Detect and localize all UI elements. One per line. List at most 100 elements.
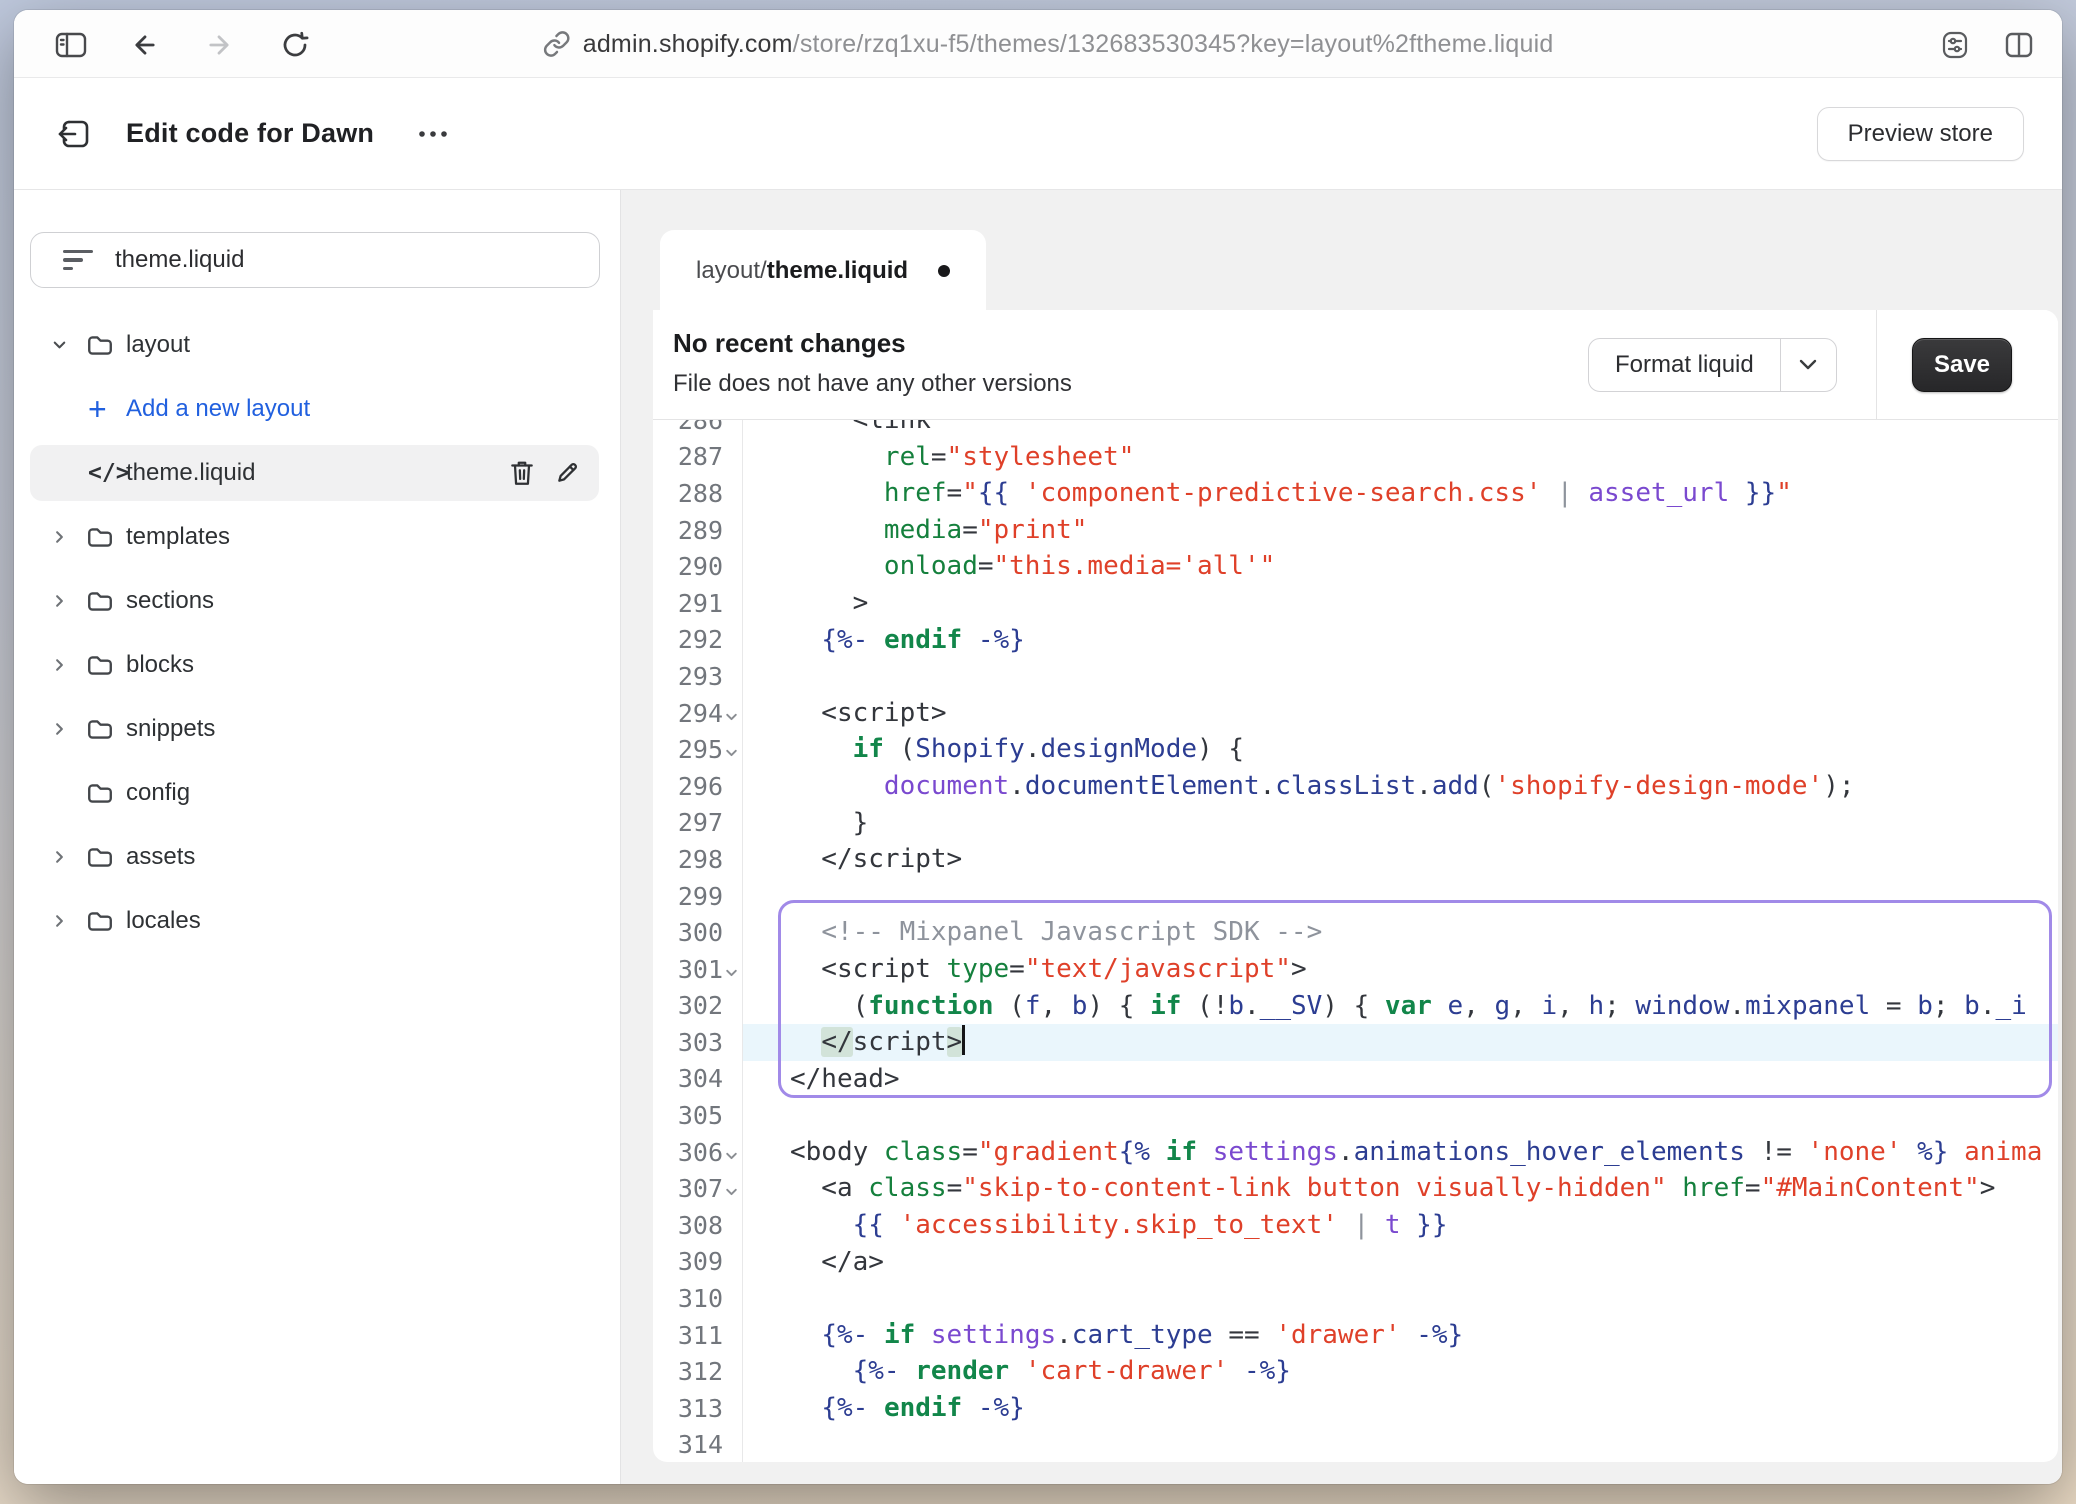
sidebar-item-templates[interactable]: templates xyxy=(14,505,621,569)
split-view-icon[interactable] xyxy=(2000,26,2038,64)
code-text[interactable]: > xyxy=(742,585,2058,622)
preview-store-button[interactable]: Preview store xyxy=(1817,107,2024,161)
code-line-288[interactable]: 288 href="{{ 'component-predictive-searc… xyxy=(653,475,2058,512)
code-text[interactable]: <script> xyxy=(742,695,2058,732)
code-line-304[interactable]: 304</head> xyxy=(653,1061,2058,1098)
code-line-309[interactable]: 309 </a> xyxy=(653,1244,2058,1281)
code-text[interactable]: </head> xyxy=(742,1061,2058,1098)
code-text[interactable]: <body class="gradient{% if settings.anim… xyxy=(742,1134,2058,1171)
file-search-input[interactable] xyxy=(115,246,495,274)
code-line-299[interactable]: 299 xyxy=(653,878,2058,915)
sidebar-item-add-a-new-layout[interactable]: +Add a new layout xyxy=(14,377,621,441)
code-text[interactable]: rel="stylesheet" xyxy=(742,439,2058,476)
sidebar-item-sections[interactable]: sections xyxy=(14,569,621,633)
chevron-right-icon[interactable] xyxy=(50,848,69,867)
code-line-290[interactable]: 290 onload="this.media='all'" xyxy=(653,548,2058,585)
sidebar-item-config[interactable]: config xyxy=(14,761,621,825)
gutter-cell: 305 xyxy=(653,1101,742,1130)
code-token: Shopify xyxy=(915,734,1025,764)
fold-chevron-icon[interactable] xyxy=(723,738,740,761)
code-text[interactable]: onload="this.media='all'" xyxy=(742,548,2058,585)
code-text[interactable]: <!-- Mixpanel Javascript SDK --> xyxy=(742,914,2058,951)
code-text[interactable]: document.documentElement.classList.add('… xyxy=(742,768,2058,805)
code-token: . xyxy=(1416,771,1432,801)
code-line-314[interactable]: 314 xyxy=(653,1427,2058,1462)
code-text[interactable]: href="{{ 'component-predictive-search.cs… xyxy=(742,475,2058,512)
format-liquid-button[interactable]: Format liquid xyxy=(1588,338,1837,392)
code-line-303[interactable]: 303 </script> xyxy=(653,1024,2058,1061)
code-text[interactable]: {{ 'accessibility.skip_to_text' | t }} xyxy=(742,1207,2058,1244)
code-line-286[interactable]: 286 <link xyxy=(653,420,2058,439)
code-line-294[interactable]: 294 <script> xyxy=(653,695,2058,732)
sidebar-item-blocks[interactable]: blocks xyxy=(14,633,621,697)
code-line-308[interactable]: 308 {{ 'accessibility.skip_to_text' | t … xyxy=(653,1207,2058,1244)
format-liquid-label[interactable]: Format liquid xyxy=(1589,339,1780,391)
code-line-307[interactable]: 307 <a class="skip-to-content-link butto… xyxy=(653,1170,2058,1207)
code-text[interactable]: </a> xyxy=(742,1244,2058,1281)
code-line-300[interactable]: 300 <!-- Mixpanel Javascript SDK --> xyxy=(653,914,2058,951)
file-search-box[interactable] xyxy=(30,232,600,288)
code-line-292[interactable]: 292 {%- endif -%} xyxy=(653,622,2058,659)
chevron-right-icon[interactable] xyxy=(50,656,69,675)
fold-chevron-icon[interactable] xyxy=(723,958,740,981)
code-text[interactable]: <a class="skip-to-content-link button vi… xyxy=(742,1170,2058,1207)
back-icon[interactable] xyxy=(126,26,164,64)
code-line-305[interactable]: 305 xyxy=(653,1097,2058,1134)
overflow-menu-icon[interactable] xyxy=(416,128,450,140)
code-text[interactable]: <link xyxy=(742,420,2058,439)
chevron-right-icon[interactable] xyxy=(50,912,69,931)
code-line-289[interactable]: 289 media="print" xyxy=(653,512,2058,549)
code-text[interactable]: <script type="text/javascript"> xyxy=(742,951,2058,988)
reload-icon[interactable] xyxy=(276,26,314,64)
code-token: {%- xyxy=(821,1320,868,1350)
exit-icon[interactable] xyxy=(54,114,94,154)
sidebar-item-snippets[interactable]: snippets xyxy=(14,697,621,761)
tab-theme-liquid[interactable]: layout/theme.liquid xyxy=(660,230,986,311)
code-editor[interactable]: 286 <link287 rel="stylesheet"288 href="{… xyxy=(653,420,2058,1462)
chevron-right-icon[interactable] xyxy=(50,720,69,739)
address-bar[interactable]: admin.shopify.com/store/rzq1xu-f5/themes… xyxy=(543,10,1554,78)
sidebar-item-locales[interactable]: locales xyxy=(14,889,621,953)
code-text[interactable]: {%- endif -%} xyxy=(742,622,2058,659)
code-text[interactable]: } xyxy=(742,805,2058,842)
code-token xyxy=(868,1320,884,1350)
pencil-icon[interactable] xyxy=(555,459,581,487)
sidebar-toggle-icon[interactable] xyxy=(52,26,90,64)
code-line-313[interactable]: 313 {%- endif -%} xyxy=(653,1390,2058,1427)
code-line-298[interactable]: 298 </script> xyxy=(653,841,2058,878)
save-button[interactable]: Save xyxy=(1912,338,2012,392)
code-text[interactable]: {%- endif -%} xyxy=(742,1390,2058,1427)
code-line-311[interactable]: 311 {%- if settings.cart_type == 'drawer… xyxy=(653,1317,2058,1354)
code-text[interactable]: </script> xyxy=(742,1024,2058,1061)
format-options-caret[interactable] xyxy=(1780,339,1836,391)
code-text[interactable]: media="print" xyxy=(742,512,2058,549)
code-line-302[interactable]: 302 (function (f, b) { if (!b.__SV) { va… xyxy=(653,988,2058,1025)
code-line-293[interactable]: 293 xyxy=(653,658,2058,695)
code-line-297[interactable]: 297 } xyxy=(653,805,2058,842)
code-line-306[interactable]: 306<body class="gradient{% if settings.a… xyxy=(653,1134,2058,1171)
chevron-down-icon[interactable] xyxy=(50,336,69,355)
sidebar-item-assets[interactable]: assets xyxy=(14,825,621,889)
fold-chevron-icon[interactable] xyxy=(723,1177,740,1200)
fold-chevron-icon[interactable] xyxy=(723,702,740,725)
code-line-310[interactable]: 310 xyxy=(653,1280,2058,1317)
code-line-301[interactable]: 301 <script type="text/javascript"> xyxy=(653,951,2058,988)
code-text[interactable]: {%- render 'cart-drawer' -%} xyxy=(742,1353,2058,1390)
chevron-right-icon[interactable] xyxy=(50,592,69,611)
code-line-312[interactable]: 312 {%- render 'cart-drawer' -%} xyxy=(653,1353,2058,1390)
code-line-296[interactable]: 296 document.documentElement.classList.a… xyxy=(653,768,2058,805)
code-text[interactable]: </script> xyxy=(742,841,2058,878)
forward-icon[interactable] xyxy=(200,26,238,64)
code-line-291[interactable]: 291 > xyxy=(653,585,2058,622)
page-settings-icon[interactable] xyxy=(1936,26,1974,64)
chevron-right-icon[interactable] xyxy=(50,528,69,547)
code-text[interactable]: (function (f, b) { if (!b.__SV) { var e,… xyxy=(742,988,2058,1025)
code-line-295[interactable]: 295 if (Shopify.designMode) { xyxy=(653,731,2058,768)
sidebar-item-theme-liquid[interactable]: </>theme.liquid xyxy=(14,441,621,505)
code-text[interactable]: if (Shopify.designMode) { xyxy=(742,731,2058,768)
code-line-287[interactable]: 287 rel="stylesheet" xyxy=(653,439,2058,476)
sidebar-item-layout[interactable]: layout xyxy=(14,313,621,377)
code-text[interactable]: {%- if settings.cart_type == 'drawer' -%… xyxy=(742,1317,2058,1354)
fold-chevron-icon[interactable] xyxy=(723,1141,740,1164)
trash-icon[interactable] xyxy=(509,459,535,487)
